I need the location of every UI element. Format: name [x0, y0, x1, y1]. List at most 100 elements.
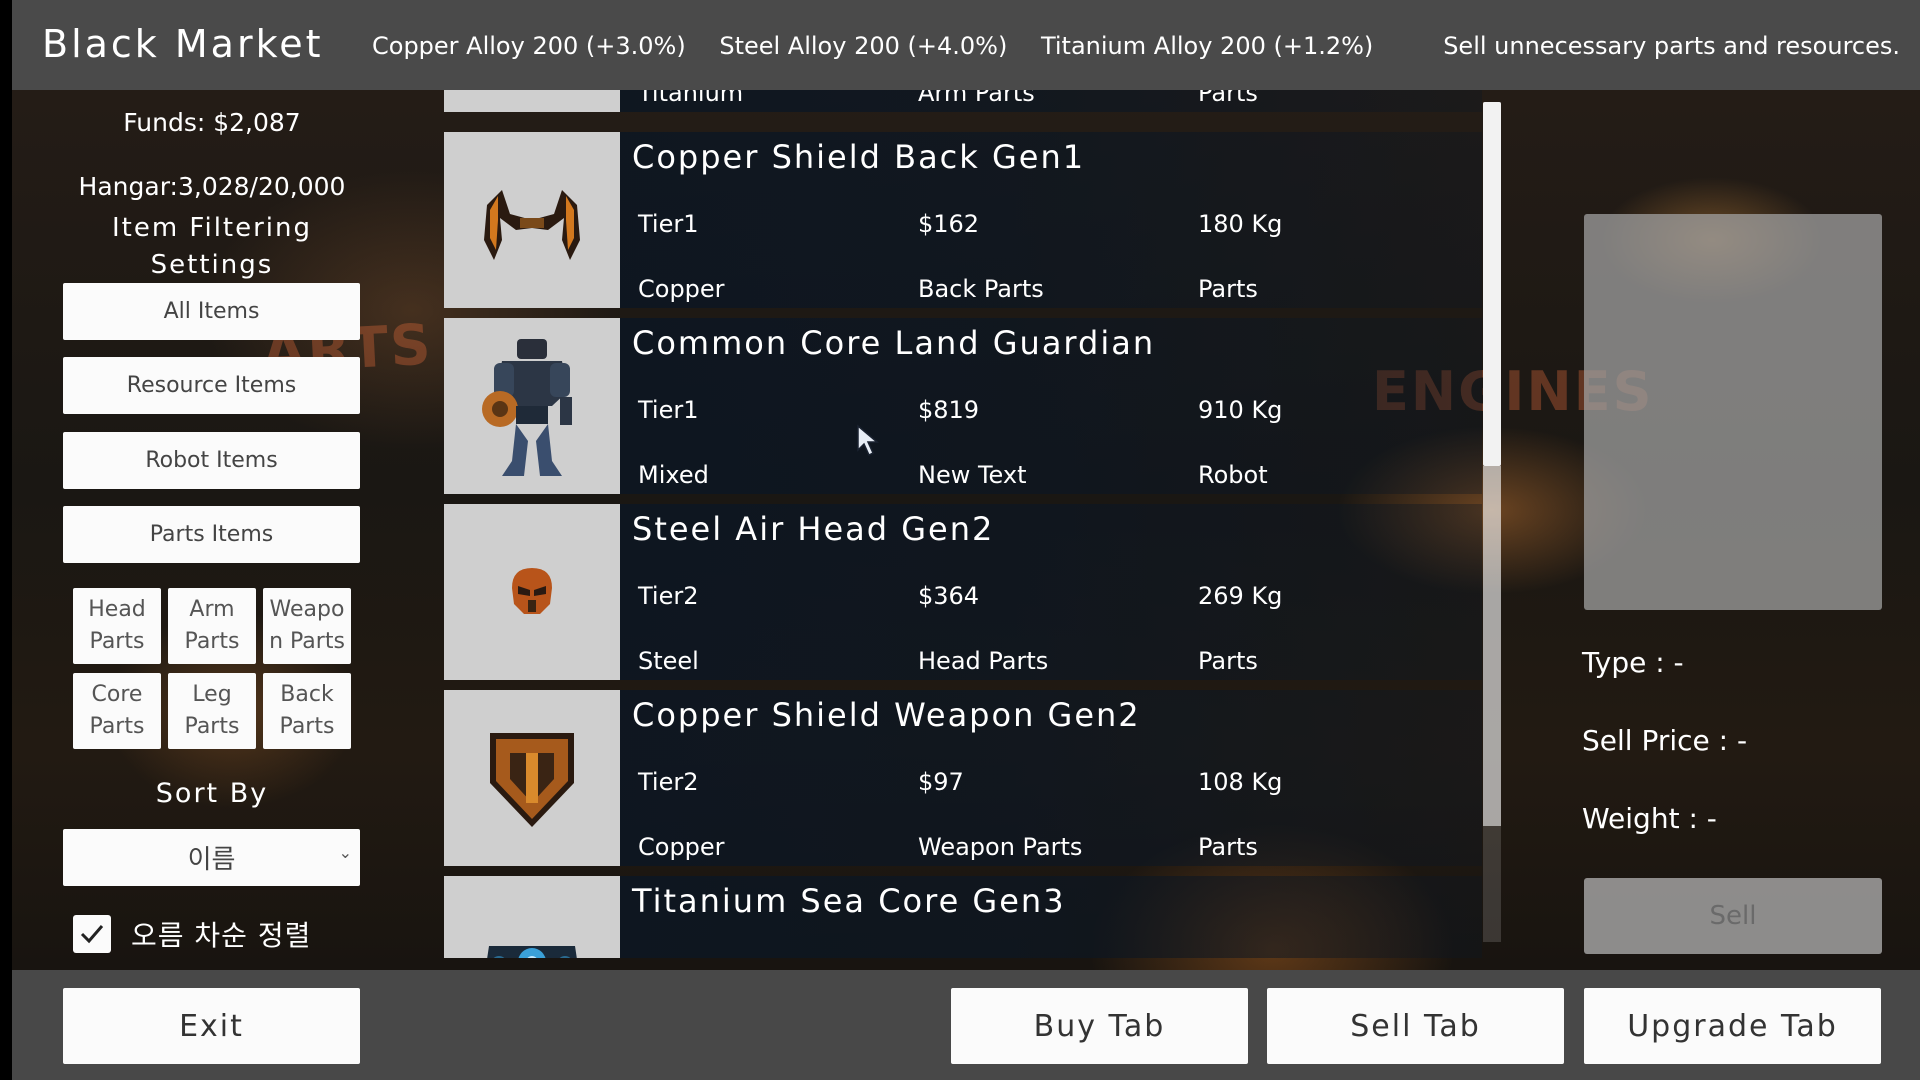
hangar-capacity: Hangar:3,028/20,000 — [78, 172, 346, 201]
tab-buy[interactable]: Buy Tab — [951, 988, 1248, 1064]
filter-weapon-parts-button[interactable]: Weapo n Parts — [263, 588, 351, 664]
filter-parts-items-button[interactable]: Parts Items — [63, 506, 360, 563]
back-wings-icon — [484, 190, 580, 260]
item-category: Robot — [1198, 461, 1268, 489]
filter-title-line2: Settings — [150, 250, 274, 280]
filter-resource-items-button[interactable]: Resource Items — [63, 357, 360, 414]
list-item[interactable]: Copper Shield Weapon Gen2 Tier2 $97 108 … — [444, 690, 1482, 866]
item-price: $819 — [918, 396, 980, 424]
leg-parts-label-2: Parts — [184, 714, 240, 739]
item-thumbnail — [444, 132, 620, 308]
list-item[interactable]: Steel Air Head Gen2 Tier2 $364 269 Kg St… — [444, 504, 1482, 680]
item-thumbnail — [444, 504, 620, 680]
filter-robot-items-button[interactable]: Robot Items — [63, 432, 360, 489]
sort-by-value: 이름 — [187, 845, 236, 875]
sort-by-label: Sort By — [155, 778, 269, 809]
item-preview-image — [1584, 214, 1882, 610]
item-category: Parts — [1198, 275, 1258, 303]
alloy-prices: Copper Alloy 200 (+3.0%) Steel Alloy 200… — [372, 32, 1399, 60]
filter-back-parts-button[interactable]: Back Parts — [263, 673, 351, 749]
item-price: $364 — [918, 582, 980, 610]
chevron-down-icon: ⌄ — [338, 843, 352, 862]
item-material: Mixed — [638, 461, 709, 489]
item-thumbnail — [444, 318, 620, 494]
item-material: Steel — [638, 647, 699, 675]
item-thumbnail — [444, 876, 620, 958]
checkmark-icon — [80, 925, 104, 944]
item-list[interactable]: Titanium Arm Parts Parts Copper Shield B… — [444, 90, 1482, 958]
list-item[interactable]: Common Core Land Guardian Tier1 $819 910… — [444, 318, 1482, 494]
item-name: Copper Shield Back Gen1 — [632, 138, 1086, 176]
copper-alloy-price: Copper Alloy 200 (+3.0%) — [372, 32, 686, 60]
weapon-parts-label-1: Weapo — [269, 597, 345, 622]
item-type: Back Parts — [918, 275, 1044, 303]
item-list-scrollbar[interactable] — [1483, 102, 1501, 942]
leg-parts-label-1: Leg — [192, 682, 232, 707]
filter-all-items-button[interactable]: All Items — [63, 283, 360, 340]
filter-head-parts-button[interactable]: Head Parts — [73, 588, 161, 664]
item-tier: Tier1 — [638, 396, 699, 424]
item-category: Parts — [1198, 647, 1258, 675]
helmet-icon — [512, 568, 552, 614]
ascending-sort-label: 오름 차순 정렬 — [131, 919, 312, 952]
exit-button[interactable]: Exit — [63, 988, 360, 1064]
head-parts-label-1: Head — [88, 597, 146, 622]
arm-parts-label-2: Parts — [184, 629, 240, 654]
page-hint: Sell unnecessary parts and resources. — [1443, 32, 1900, 60]
item-name: Common Core Land Guardian — [632, 324, 1156, 362]
tab-upgrade[interactable]: Upgrade Tab — [1584, 988, 1881, 1064]
mouse-cursor-icon — [857, 424, 880, 457]
item-category: Parts — [1198, 833, 1258, 861]
item-weight: 180 Kg — [1198, 210, 1283, 238]
item-weight: 910 Kg — [1198, 396, 1283, 424]
funds-label: Funds: $2,087 — [123, 108, 301, 137]
item-thumbnail — [444, 90, 620, 112]
item-type: Weapon Parts — [918, 833, 1083, 861]
detail-type: Type : - — [1582, 646, 1684, 679]
filter-settings-title: Item Filtering Settings — [12, 210, 412, 284]
filter-title-line1: Item Filtering — [111, 213, 313, 243]
filter-leg-parts-button[interactable]: Leg Parts — [168, 673, 256, 749]
item-material: Copper — [638, 275, 725, 303]
item-price: Arm Parts — [918, 90, 1035, 107]
item-price: $97 — [918, 768, 964, 796]
list-item[interactable]: Titanium Arm Parts Parts — [444, 90, 1482, 112]
list-item[interactable]: Copper Shield Back Gen1 Tier1 $162 180 K… — [444, 132, 1482, 308]
page-title: Black Market — [42, 22, 324, 66]
filter-sidebar: Funds: $2,087 Hangar:3,028/20,000 Item F… — [12, 90, 432, 970]
filter-arm-parts-button[interactable]: Arm Parts — [168, 588, 256, 664]
item-tier: Tier2 — [638, 768, 699, 796]
sort-by-dropdown[interactable]: 이름 ⌄ — [63, 829, 360, 886]
item-material: Copper — [638, 833, 725, 861]
scrollbar-thumb[interactable] — [1483, 102, 1501, 466]
weapon-parts-label-2: n Parts — [269, 629, 345, 654]
tab-sell[interactable]: Sell Tab — [1267, 988, 1564, 1064]
ascending-sort-toggle[interactable]: 오름 차순 정렬 — [73, 914, 311, 954]
item-tier: Tier1 — [638, 210, 699, 238]
ascending-checkbox[interactable] — [73, 915, 111, 953]
item-weight: Parts — [1198, 90, 1258, 107]
item-weight: 108 Kg — [1198, 768, 1283, 796]
head-parts-label-2: Parts — [89, 629, 145, 654]
list-item[interactable]: Titanium Sea Core Gen3 — [444, 876, 1482, 958]
item-type: Head Parts — [918, 647, 1049, 675]
scrollbar-track-highlight — [1483, 466, 1501, 826]
back-parts-label-2: Parts — [279, 714, 335, 739]
item-name: Steel Air Head Gen2 — [632, 510, 995, 548]
detail-weight: Weight : - — [1582, 802, 1717, 835]
filter-core-parts-button[interactable]: Core Parts — [73, 673, 161, 749]
core-icon — [487, 946, 577, 958]
detail-sell-price: Sell Price : - — [1582, 724, 1748, 757]
item-type: New Text — [918, 461, 1027, 489]
titanium-alloy-price: Titanium Alloy 200 (+1.2%) — [1040, 32, 1374, 60]
sell-button[interactable]: Sell — [1584, 878, 1882, 954]
core-parts-label-1: Core — [91, 682, 143, 707]
back-parts-label-1: Back — [280, 682, 334, 707]
item-thumbnail — [444, 690, 620, 866]
item-tier: Titanium — [638, 90, 744, 107]
item-price: $162 — [918, 210, 980, 238]
item-tier: Tier2 — [638, 582, 699, 610]
item-weight: 269 Kg — [1198, 582, 1283, 610]
arm-parts-label-1: Arm — [189, 597, 235, 622]
robot-icon — [482, 339, 572, 476]
